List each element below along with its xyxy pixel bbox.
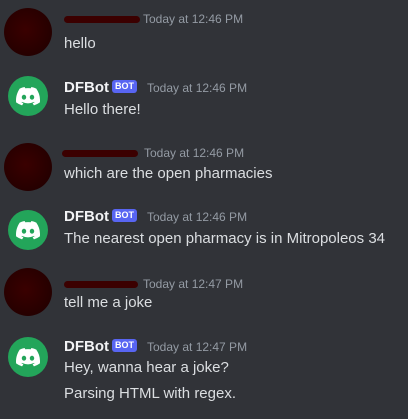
redacted-username[interactable] <box>64 281 138 288</box>
message-bot: DFBot BOT Today at 12:46 PM Hello there! <box>0 68 408 138</box>
message-text: tell me a joke <box>64 294 153 311</box>
message-text: Parsing HTML with regex. <box>64 385 237 402</box>
redacted-username[interactable] <box>62 150 138 157</box>
message-user: Today at 12:47 PM tell me a joke <box>0 266 408 334</box>
user-avatar[interactable] <box>4 143 52 191</box>
message-bot: DFBot BOT Today at 12:46 PM The nearest … <box>0 202 408 266</box>
message-user: Today at 12:46 PM hello <box>0 0 408 68</box>
message-text: hello <box>64 35 96 52</box>
message-text: Hello there! <box>64 101 141 118</box>
message-timestamp: Today at 12:46 PM <box>147 81 248 95</box>
user-avatar[interactable] <box>4 268 52 316</box>
message-text: which are the open pharmacies <box>64 165 273 182</box>
message-timestamp: Today at 12:46 PM <box>144 146 245 160</box>
bot-avatar[interactable] <box>8 337 48 377</box>
message-timestamp: Today at 12:47 PM <box>147 340 248 354</box>
discord-icon <box>16 347 40 366</box>
message-bot: DFBot BOT Today at 12:47 PM Hey, wanna h… <box>0 332 408 419</box>
message-user: Today at 12:46 PM which are the open pha… <box>0 138 408 206</box>
discord-icon <box>16 220 40 239</box>
message-timestamp: Today at 12:46 PM <box>143 12 244 26</box>
message-text: Hey, wanna hear a joke? <box>64 359 229 376</box>
bot-username[interactable]: DFBot <box>64 338 109 355</box>
bot-username[interactable]: DFBot <box>64 208 109 225</box>
bot-tag: BOT <box>112 80 137 93</box>
discord-icon <box>16 86 40 105</box>
user-avatar[interactable] <box>4 8 52 56</box>
chat-messages: Today at 12:46 PM hello DFBot BOT Today … <box>0 0 408 419</box>
message-timestamp: Today at 12:46 PM <box>147 210 248 224</box>
bot-username[interactable]: DFBot <box>64 79 109 96</box>
bot-tag: BOT <box>112 339 137 352</box>
bot-avatar[interactable] <box>8 210 48 250</box>
message-text: The nearest open pharmacy is in Mitropol… <box>64 230 386 247</box>
redacted-username[interactable] <box>64 16 140 23</box>
bot-tag: BOT <box>112 209 137 222</box>
bot-avatar[interactable] <box>8 76 48 116</box>
message-timestamp: Today at 12:47 PM <box>143 277 244 291</box>
